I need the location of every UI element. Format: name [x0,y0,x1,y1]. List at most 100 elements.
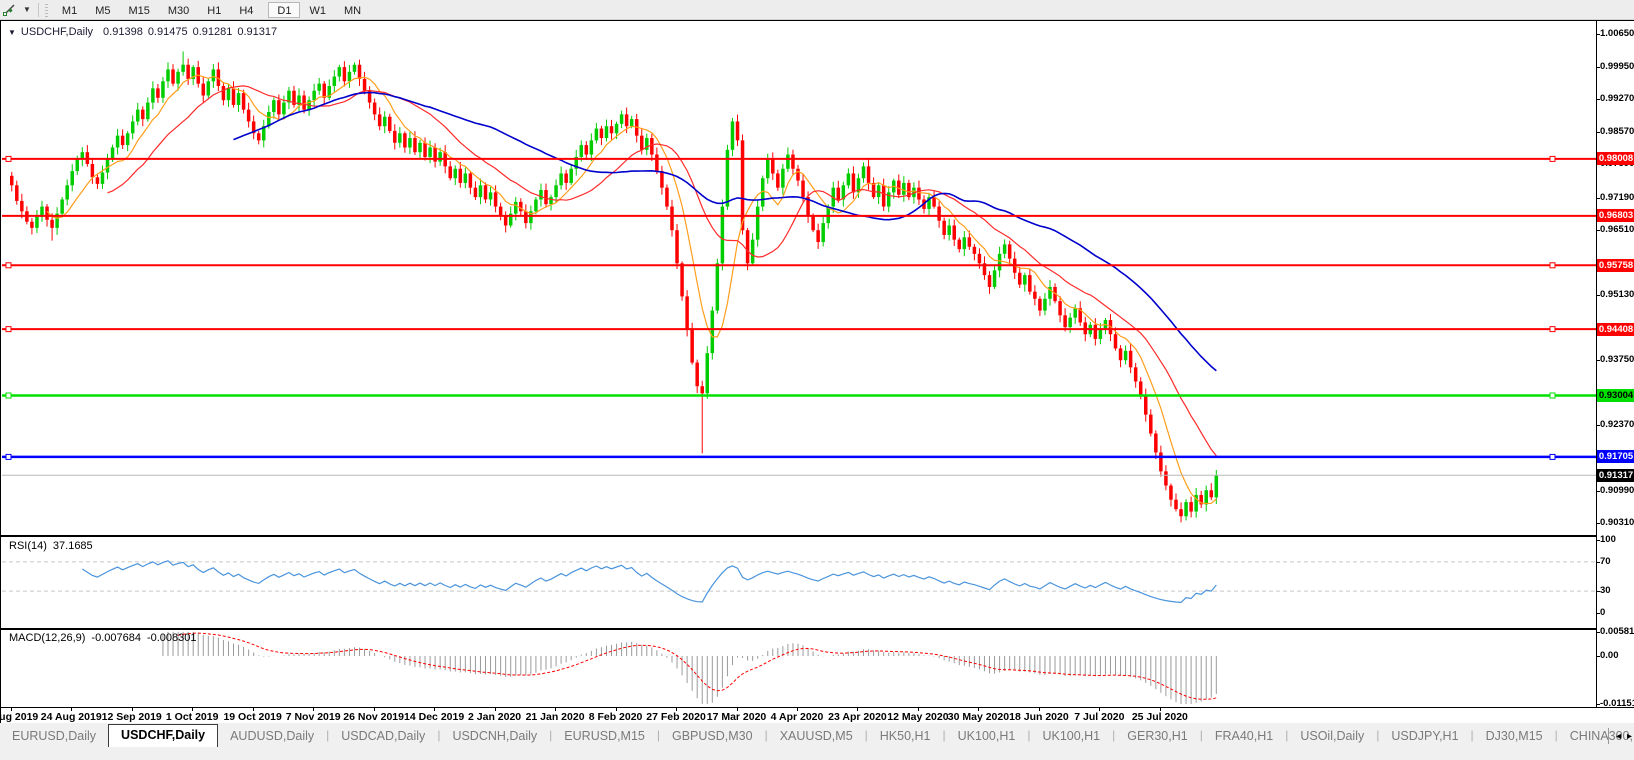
timeframe-buttons: M1 M5 M15 M30 H1 H4 D1 W1 MN [53,1,370,18]
chart-tabs-bar: EURUSD,Daily USDCHF,Daily AUDUSD,Daily | USD… [0,723,1634,747]
tab-ger30-h1[interactable]: GER30,H1 [1115,726,1199,747]
tab-audusd-daily[interactable]: AUDUSD,Daily [218,726,326,747]
candle-body [246,109,251,122]
candle-body [987,275,992,287]
timeframe-button-w1[interactable]: W1 [300,2,335,18]
timeframe-button-h1[interactable]: H1 [198,2,230,18]
candle-body [1002,244,1007,254]
candle-body [559,173,563,186]
axis-label: 0.005818 [1600,625,1634,637]
candle-body [534,199,538,212]
tab-usoil-daily[interactable]: USOil,Daily [1288,726,1376,747]
candle-body [715,263,720,311]
candle-body [619,114,624,124]
tab-eurusd-daily[interactable]: EURUSD,Daily [0,726,108,747]
axis-tick [1596,540,1600,541]
candle-body [438,152,442,162]
candle-body [554,185,558,198]
axis-tick [1596,490,1600,492]
tab-scroll-left-icon[interactable]: ◂ [1616,731,1621,742]
axis-tick [1596,197,1600,199]
candle-body [1138,381,1143,396]
date-axis[interactable]: 6 Aug 201924 Aug 201912 Sep 20191 Oct 20… [0,707,1634,723]
axis-tick [1596,132,1600,134]
candle-body [514,201,518,214]
tab-dj30-m15[interactable]: DJ30,M15 [1474,726,1555,747]
draw-tool-icon[interactable] [0,1,19,19]
candle-body [665,187,669,207]
ohlc-low: 0.91281 [192,26,233,38]
timeframe-button-m1[interactable]: M1 [53,2,86,18]
candle-body [519,201,523,212]
tab-uk100-h1[interactable]: UK100,H1 [1030,726,1112,747]
tab-fra40-h1[interactable]: FRA40,H1 [1203,726,1285,747]
axis-tick [1596,425,1600,427]
candle-body [110,147,115,160]
tab-eurusd-m15[interactable]: EURUSD,M15 [552,726,657,747]
tab-usdchf-daily[interactable]: USDCHF,Daily [108,724,219,747]
tab-scroll-right-icon[interactable]: ▸ [1627,731,1632,742]
candle-body [322,83,326,98]
tab-usdcad-daily[interactable]: USDCAD,Daily [329,726,437,747]
axis-tick [1596,67,1600,69]
timeframe-button-mn[interactable]: MN [335,2,370,18]
candle-body [388,116,392,131]
dropdown-arrow-icon[interactable]: ▼ [19,5,35,14]
candle-body [675,230,679,264]
candle-body [221,86,226,101]
axis-tick [1596,631,1600,633]
candle-body [1149,414,1153,434]
candle-body [458,168,463,183]
macd-panel-canvas[interactable] [2,630,1596,707]
candle-body [680,263,684,297]
candle-body [750,239,755,264]
candle-body [745,230,750,264]
candle-body [1018,272,1022,285]
candle-body [181,64,185,72]
candle-body [821,223,825,243]
axis-label: 100 [1600,534,1616,545]
candle-body [962,237,967,250]
toolbar-grip-handle[interactable] [43,2,49,17]
candle-body [549,197,553,205]
timeframe-button-m15[interactable]: M15 [119,2,158,18]
tab-uk100-h1[interactable]: UK100,H1 [946,726,1028,747]
date-label: 19 Oct 2019 [223,711,282,723]
main-chart-canvas[interactable] [2,22,1596,535]
candle-body [403,133,407,148]
candle-body [312,90,316,101]
candle-body [947,225,951,235]
candle-body [211,69,216,82]
candle-body [65,185,69,200]
tab-gbpusd-m30[interactable]: GBPUSD,M30 [660,726,765,747]
timeframe-button-m5[interactable]: M5 [86,2,119,18]
timeframe-button-h4[interactable]: H4 [230,2,262,18]
candle-body [352,64,357,72]
candle-body [393,130,397,143]
candle-body [272,100,276,113]
timeframe-button-d1[interactable]: D1 [268,1,301,18]
date-label: 1 Oct 2019 [165,711,219,723]
candle-body [952,225,956,240]
candle-body [161,81,165,98]
tab-hk50-h1[interactable]: HK50,H1 [868,726,943,747]
candle-body [1118,348,1123,361]
candle-body [801,180,805,198]
candle-body [60,199,64,214]
candle-body [100,172,105,184]
axis-label: 0.97190 [1600,191,1634,203]
candle-body [766,159,770,179]
candle-body [1093,324,1098,339]
candle-body [730,121,735,150]
collapse-arrow-icon[interactable]: ▼ [8,28,16,37]
tab-xauusd-m5[interactable]: XAUUSD,M5 [768,726,865,747]
tab-usdcnh-daily[interactable]: USDCNH,Daily [440,726,549,747]
timeframe-button-m30[interactable]: M30 [159,2,198,18]
candle-body [846,173,851,186]
candle-body [453,168,458,179]
ohlc-close: 0.91317 [237,26,278,38]
rsi-panel-canvas[interactable] [2,537,1596,628]
candle-body [629,119,634,127]
candle-body [851,173,856,193]
tab-usdjpy-h1[interactable]: USDJPY,H1 [1379,726,1470,747]
